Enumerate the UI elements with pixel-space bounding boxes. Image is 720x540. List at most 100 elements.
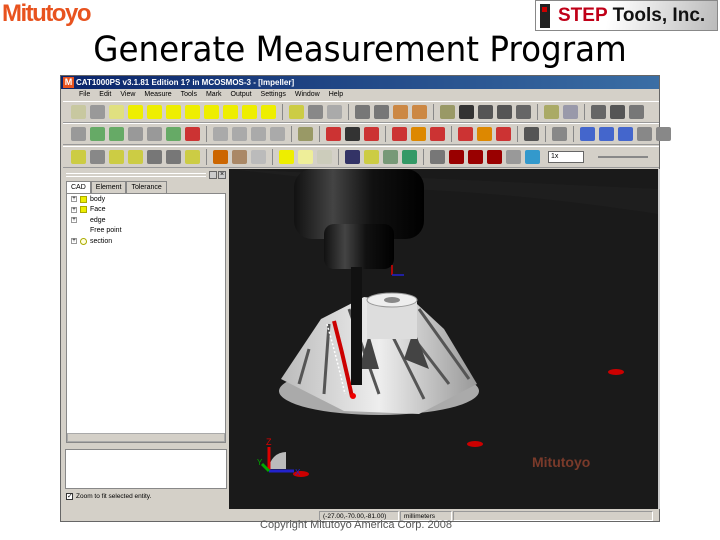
toolbar-button-icon[interactable] [563,105,578,119]
toolbar-button-icon[interactable] [128,105,143,119]
tree-item[interactable]: Free point [67,226,225,237]
toolbar-button-icon[interactable] [364,150,379,164]
toolbar-button-icon[interactable] [383,150,398,164]
toolbar-button-icon[interactable] [279,150,294,164]
toolbar-button-icon[interactable] [656,127,671,141]
toolbar-button-icon[interactable] [90,150,105,164]
tree-horizontal-scrollbar[interactable] [67,433,225,442]
toolbar-button-icon[interactable] [270,127,285,141]
toolbar-button-icon[interactable] [128,127,143,141]
toolbar-button-icon[interactable] [544,105,559,119]
toolbar-button-icon[interactable] [430,127,445,141]
toolbar-button-icon[interactable] [459,105,474,119]
toolbar-button-icon[interactable] [213,127,228,141]
menu-measure[interactable]: Measure [144,89,171,101]
speed-slider[interactable] [598,156,648,158]
tab-cad[interactable]: CAD [66,181,91,193]
toolbar-button-icon[interactable] [477,127,492,141]
tree-item[interactable]: + body [67,194,225,205]
panel-grip[interactable] [66,173,206,177]
tab-element[interactable]: Element [90,181,127,193]
toolbar-button-icon[interactable] [232,127,247,141]
toolbar-button-icon[interactable] [232,150,247,164]
toolbar-button-icon[interactable] [327,105,342,119]
toolbar-button-icon[interactable] [412,105,427,119]
panel-restore-button[interactable] [209,171,217,179]
menu-mark[interactable]: Mark [206,89,222,101]
menu-output[interactable]: Output [231,89,252,101]
toolbar-button-icon[interactable] [440,105,455,119]
toolbar-button-icon[interactable] [345,127,360,141]
toolbar-button-icon[interactable] [90,127,105,141]
toolbar-button-icon[interactable] [506,150,521,164]
toolbar-button-icon[interactable] [591,105,606,119]
speed-select[interactable]: 1x [548,151,584,163]
zoom-fit-checkbox[interactable]: ✓ Zoom to fit selected entity. [66,493,151,500]
toolbar-button-icon[interactable] [71,127,86,141]
toolbar-button-icon[interactable] [326,127,341,141]
toolbar-button-icon[interactable] [610,105,625,119]
toolbar-button-icon[interactable] [552,127,567,141]
toolbar-button-icon[interactable] [251,150,266,164]
toolbar-button-icon[interactable] [402,150,417,164]
menu-settings[interactable]: Settings [261,89,286,101]
toolbar-button-icon[interactable] [430,150,445,164]
menu-tools[interactable]: Tools [181,89,197,101]
toolbar-button-icon[interactable] [71,150,86,164]
toolbar-button-icon[interactable] [580,127,595,141]
toolbar-button-icon[interactable] [355,105,370,119]
toolbar-button-icon[interactable] [411,127,426,141]
toolbar-button-icon[interactable] [185,150,200,164]
toolbar-button-icon[interactable] [496,127,511,141]
toolbar-button-icon[interactable] [637,127,652,141]
toolbar-button-icon[interactable] [289,105,304,119]
toolbar-button-icon[interactable] [364,127,379,141]
toolbar-button-icon[interactable] [392,127,407,141]
toolbar-button-icon[interactable] [166,150,181,164]
toolbar-button-icon[interactable] [128,150,143,164]
toolbar-button-icon[interactable] [166,105,181,119]
toolbar-button-icon[interactable] [345,150,360,164]
toolbar-button-icon[interactable] [109,150,124,164]
toolbar-button-icon[interactable] [223,105,238,119]
toolbar-button-icon[interactable] [213,150,228,164]
toolbar-button-icon[interactable] [251,127,266,141]
toolbar-button-icon[interactable] [525,150,540,164]
menu-edit[interactable]: Edit [99,89,111,101]
expand-icon[interactable]: + [71,196,77,203]
toolbar-button-icon[interactable] [308,105,323,119]
toolbar-button-icon[interactable] [261,105,276,119]
toolbar-button-icon[interactable] [524,127,539,141]
toolbar-button-icon[interactable] [468,150,483,164]
toolbar-button-icon[interactable] [242,105,257,119]
panel-close-button[interactable]: × [218,171,226,179]
toolbar-button-icon[interactable] [393,105,408,119]
toolbar-button-icon[interactable] [204,105,219,119]
toolbar-button-icon[interactable] [147,127,162,141]
toolbar-button-icon[interactable] [629,105,644,119]
toolbar-button-icon[interactable] [109,105,124,119]
toolbar-button-icon[interactable] [185,127,200,141]
toolbar-button-icon[interactable] [487,150,502,164]
toolbar-button-icon[interactable] [298,150,313,164]
toolbar-button-icon[interactable] [147,105,162,119]
toolbar-button-icon[interactable] [497,105,512,119]
toolbar-button-icon[interactable] [458,127,473,141]
toolbar-button-icon[interactable] [109,127,124,141]
toolbar-button-icon[interactable] [71,105,86,119]
checkbox-icon[interactable]: ✓ [66,493,73,500]
tree-item[interactable]: + Face [67,205,225,216]
toolbar-button-icon[interactable] [90,105,105,119]
expand-icon[interactable]: + [71,206,77,213]
toolbar-button-icon[interactable] [516,105,531,119]
menu-view[interactable]: View [120,89,135,101]
toolbar-button-icon[interactable] [618,127,633,141]
toolbar-button-icon[interactable] [478,105,493,119]
toolbar-button-icon[interactable] [317,150,332,164]
toolbar-button-icon[interactable] [599,127,614,141]
toolbar-button-icon[interactable] [374,105,389,119]
menu-help[interactable]: Help [329,89,343,101]
menu-window[interactable]: Window [295,89,320,101]
tree-item[interactable]: + section [67,236,225,247]
tab-tolerance[interactable]: Tolerance [126,181,167,193]
